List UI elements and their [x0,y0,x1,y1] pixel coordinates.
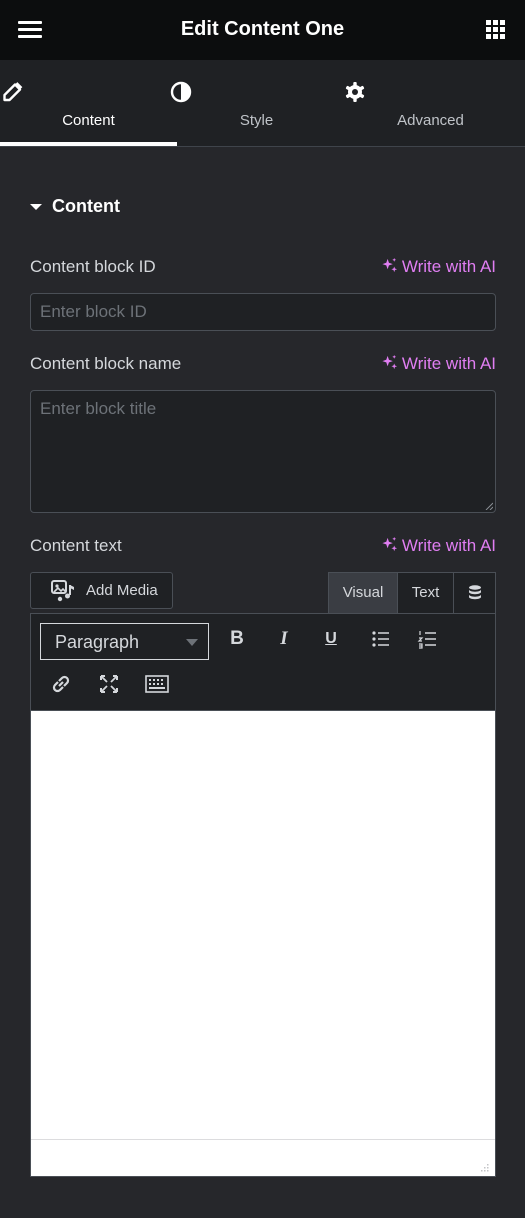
content-text-write-ai-label: Write with AI [401,536,496,555]
pencil-icon [3,82,23,102]
format-select-value: Paragraph [55,632,140,652]
content-text-label: Content text [30,536,122,555]
half-circle-icon [170,81,192,103]
bold-button[interactable]: B [224,626,250,652]
gear-icon [345,82,365,102]
add-media-label: Add Media [86,582,158,599]
tab-style-label: Style [239,112,274,129]
panel-tabs: Content Style Advanced [0,60,525,147]
tab-style[interactable]: Style [169,60,344,146]
keyboard-icon [145,675,169,693]
block-name-label: Content block name [30,354,182,373]
tab-text[interactable]: Text [397,572,454,614]
bullet-list-button[interactable] [368,626,394,652]
caret-down-icon [30,204,42,210]
tab-advanced[interactable]: Advanced [343,60,518,146]
content-text-write-ai-link[interactable]: Write with AI [381,536,496,556]
tab-advanced-label: Advanced [397,112,464,129]
insert-link-button[interactable] [48,671,74,697]
numbered-list-button[interactable] [415,626,441,652]
editor-status-bar [31,1139,495,1177]
panel-title: Edit Content One [180,18,345,40]
sparkle-icon [382,257,397,273]
top-bar: Edit Content One [0,0,525,60]
block-name-write-ai-label: Write with AI [401,354,496,373]
resize-grip-icon[interactable] [479,1162,489,1172]
add-media-button[interactable]: Add Media [30,572,173,609]
sparkle-icon [382,354,397,370]
editor-toolbar: Paragraph B I U [30,613,496,711]
tab-content-label: Content [62,112,115,129]
section-title: Content [52,196,120,216]
editor-content-area[interactable] [31,711,495,1139]
dropdown-arrow-icon [186,639,198,646]
fullscreen-icon [100,675,118,693]
block-id-input[interactable] [30,293,496,331]
block-id-label: Content block ID [30,257,156,276]
tab-content[interactable]: Content [1,60,176,146]
add-media-icon [51,580,74,602]
editor-mode-tabs: Visual Text [328,572,496,614]
numbered-list-icon [417,631,436,649]
sparkle-icon [382,536,397,552]
italic-button[interactable]: I [271,626,297,652]
tab-visual[interactable]: Visual [328,572,398,614]
link-icon [52,675,70,693]
resize-grip-icon[interactable] [485,502,493,510]
bullet-list-icon [372,631,389,647]
dynamic-tags-button[interactable] [453,572,496,614]
format-select[interactable]: Paragraph [40,623,209,660]
block-id-write-ai-label: Write with AI [401,257,496,276]
block-name-write-ai-link[interactable]: Write with AI [381,354,496,374]
database-icon [468,585,481,600]
block-id-write-ai-link[interactable]: Write with AI [381,257,496,277]
fullscreen-button[interactable] [96,671,122,697]
underline-button[interactable]: U [318,626,344,652]
toolbar-toggle-button[interactable] [144,671,170,697]
active-tab-indicator [0,142,177,146]
grid-icon[interactable] [486,20,506,40]
block-name-textarea[interactable] [30,390,496,513]
